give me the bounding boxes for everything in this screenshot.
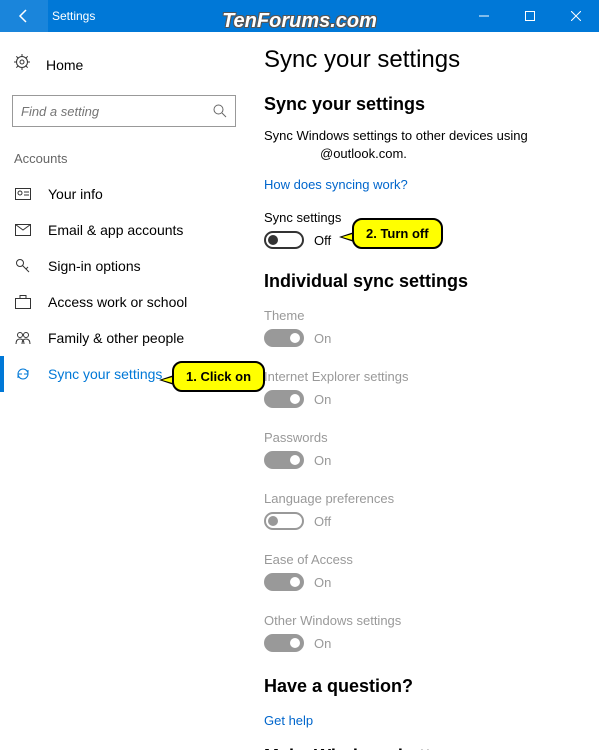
search-icon [213,104,227,118]
nav-email[interactable]: Email & app accounts [8,212,240,248]
sync-description: Sync Windows settings to other devices u… [264,127,575,163]
nav-your-info[interactable]: Your info [8,176,240,212]
key-icon [14,258,32,274]
passwords-label: Passwords [264,430,575,445]
gear-icon [14,54,30,75]
nav-label: Sign-in options [48,258,141,274]
passwords-state: On [314,453,331,468]
ease-state: On [314,575,331,590]
language-state: Off [314,514,331,529]
nav-family[interactable]: Family & other people [8,320,240,356]
other-label: Other Windows settings [264,613,575,628]
ease-toggle[interactable] [264,573,304,591]
other-state: On [314,636,331,651]
individual-header: Individual sync settings [264,271,575,292]
page-title: Sync your settings [264,46,575,74]
nav-signin[interactable]: Sign-in options [8,248,240,284]
better-header: Make Windows better [264,746,575,750]
close-button[interactable] [553,0,599,32]
minimize-icon [479,11,489,21]
sync-settings-toggle[interactable] [264,231,304,249]
sync-settings-state: Off [314,233,331,248]
section-label: Accounts [8,151,240,176]
home-label: Home [46,57,83,73]
language-toggle[interactable] [264,512,304,530]
titlebar: Settings [0,0,599,32]
nav-work[interactable]: Access work or school [8,284,240,320]
home-button[interactable]: Home [8,46,240,83]
nav-label: Email & app accounts [48,222,183,238]
language-label: Language preferences [264,491,575,506]
sync-icon [14,366,32,382]
nav-label: Sync your settings [48,366,162,382]
ie-label: Internet Explorer settings [264,369,575,384]
main-content: Sync your settings Sync your settings Sy… [248,32,599,750]
other-toggle[interactable] [264,634,304,652]
maximize-icon [525,11,535,21]
close-icon [571,11,581,21]
briefcase-icon [14,295,32,309]
maximize-button[interactable] [507,0,553,32]
search-input[interactable] [21,104,213,119]
back-button[interactable] [0,0,48,32]
theme-state: On [314,331,331,346]
nav-label: Family & other people [48,330,184,346]
minimize-button[interactable] [461,0,507,32]
subtitle: Sync your settings [264,94,575,115]
passwords-toggle[interactable] [264,451,304,469]
annotation-callout-2: 2. Turn off [352,218,443,249]
redacted-email [264,149,320,160]
arrow-left-icon [16,8,32,24]
people-icon [14,331,32,345]
nav-label: Your info [48,186,103,202]
ie-state: On [314,392,331,407]
question-header: Have a question? [264,676,575,697]
get-help-link[interactable]: Get help [264,713,575,728]
search-box[interactable] [12,95,236,127]
nav-label: Access work or school [48,294,187,310]
ease-label: Ease of Access [264,552,575,567]
theme-toggle[interactable] [264,329,304,347]
window-title: Settings [48,9,95,23]
theme-label: Theme [264,308,575,323]
how-syncing-link[interactable]: How does syncing work? [264,177,575,192]
person-card-icon [14,188,32,200]
mail-icon [14,224,32,236]
ie-toggle[interactable] [264,390,304,408]
annotation-callout-1: 1. Click on [172,361,265,392]
